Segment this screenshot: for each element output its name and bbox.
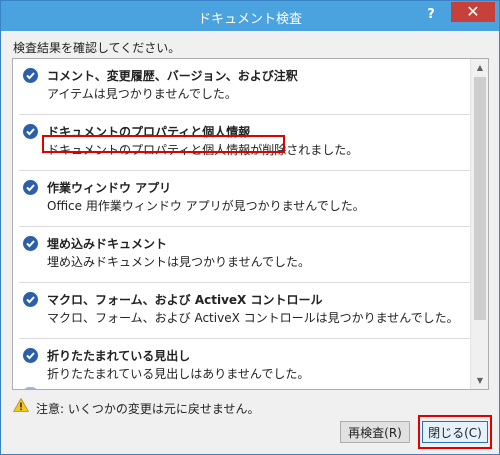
partial-checkmark-icon: [23, 387, 38, 389]
checkmark-icon: [23, 124, 38, 139]
close-window-button[interactable]: ✕: [451, 2, 495, 22]
red-highlight-box: [42, 135, 285, 153]
result-item-properties: ドキュメントのプロパティと個人情報 ドキュメントのプロパティと個人情報が削除され…: [13, 115, 470, 171]
instruction-text: 検査結果を確認してください。: [13, 41, 181, 55]
result-item-comments: コメント、変更履歴、バージョン、および注釈 アイテムは見つかりませんでした。: [13, 59, 470, 115]
help-button[interactable]: ?: [421, 6, 441, 24]
result-detail: 埋め込みドキュメントは見つかりませんでした。: [47, 255, 311, 269]
scroll-up-arrow-icon[interactable]: ▲: [471, 59, 488, 76]
checkmark-icon: [23, 68, 38, 83]
result-detail: マクロ、フォーム、および ActiveX コントロールは見つかりませんでした。: [47, 311, 459, 325]
title-bar[interactable]: ドキュメント検査 ? ✕: [1, 1, 499, 31]
scroll-down-arrow-icon[interactable]: ▼: [471, 372, 488, 389]
vertical-scrollbar[interactable]: ▲ ▼: [470, 59, 488, 389]
warning-text: 注意: いくつかの変更は元に戻せません。: [36, 402, 260, 416]
red-highlight-box: [418, 415, 492, 449]
checkmark-icon: [23, 292, 38, 307]
result-title: 折りたたまれている見出し: [47, 349, 191, 363]
result-detail: Office 用作業ウィンドウ アプリが見つかりませんでした。: [47, 199, 365, 213]
result-title: 作業ウィンドウ アプリ: [47, 181, 172, 195]
result-item-embedded-documents: 埋め込みドキュメント 埋め込みドキュメントは見つかりませんでした。: [13, 227, 470, 283]
checkmark-icon: [23, 180, 38, 195]
result-item-collapsed-headings: 折りたたまれている見出し 折りたたまれている見出しはありませんでした。: [13, 339, 470, 389]
scrollbar-thumb[interactable]: [474, 77, 486, 320]
recheck-button[interactable]: 再検査(R): [340, 421, 410, 443]
result-item-task-pane-apps: 作業ウィンドウ アプリ Office 用作業ウィンドウ アプリが見つかりませんで…: [13, 171, 470, 227]
checkmark-icon: [23, 348, 38, 363]
result-detail: 折りたたまれている見出しはありませんでした。: [47, 367, 310, 381]
result-item-macros: マクロ、フォーム、および ActiveX コントロール マクロ、フォーム、および…: [13, 283, 470, 339]
checkmark-icon: [23, 236, 38, 251]
result-title: マクロ、フォーム、および ActiveX コントロール: [47, 293, 323, 307]
document-inspector-dialog: ドキュメント検査 ? ✕ 検査結果を確認してください。 コメント、変更履歴、バー…: [0, 0, 500, 455]
result-title: コメント、変更履歴、バージョン、および注釈: [47, 69, 298, 83]
result-detail: アイテムは見つかりませんでした。: [47, 87, 237, 101]
results-list: コメント、変更履歴、バージョン、および注釈 アイテムは見つかりませんでした。 ド…: [12, 58, 489, 390]
warning-icon: [13, 398, 29, 412]
result-title: 埋め込みドキュメント: [47, 237, 168, 251]
